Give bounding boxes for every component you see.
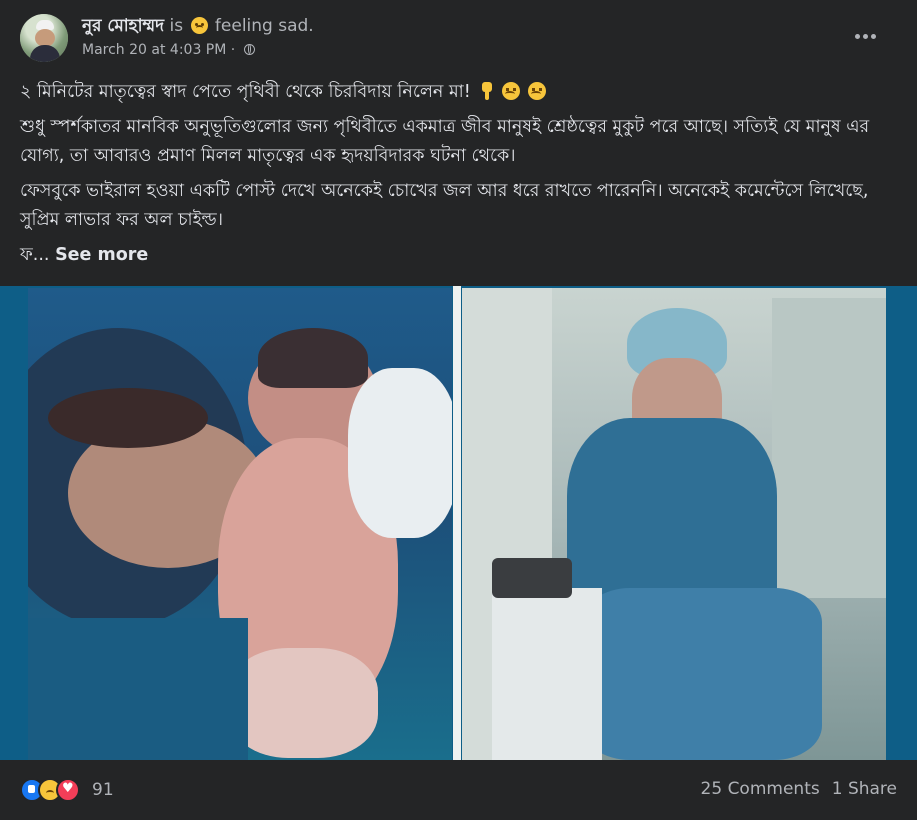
paragraph-2: শুধু স্পর্শকাতর মানবিক অনুভূতিগুলোর জন্য… [20, 117, 870, 166]
see-more-link[interactable]: See more [55, 245, 148, 265]
author-line: নুর মোহাম্মদ is feeling sad. [82, 14, 314, 38]
truncated-text: ফ... [20, 245, 50, 265]
post-card: নুর মোহাম্মদ is feeling sad. March 20 at… [0, 0, 917, 820]
sad-emoji-icon [501, 82, 520, 100]
paragraph-3: ফেসবুকে ভাইরাল হওয়া একটি পোস্ট দেখে অনে… [20, 181, 869, 230]
post-timestamp[interactable]: March 20 at 4:03 PM [82, 42, 226, 58]
post-header: নুর মোহাম্মদ is feeling sad. March 20 at… [20, 12, 897, 68]
photo-divider [453, 286, 461, 760]
engagement-stats: 25 Comments 1 Share [701, 779, 897, 799]
reaction-count[interactable]: 91 [92, 780, 114, 800]
meta-separator: · [230, 42, 236, 58]
author-avatar[interactable] [20, 14, 68, 62]
photo-right-panel [462, 288, 886, 760]
post-paragraph: শুধু স্পর্শকাতর মানবিক অনুভূতিগুলোর জন্য… [20, 113, 900, 171]
post-footer: 91 25 Comments 1 Share [20, 770, 897, 810]
sad-emoji-icon [190, 17, 208, 34]
post-photo[interactable] [0, 286, 917, 760]
more-options-icon[interactable] [847, 24, 883, 48]
shares-count[interactable]: 1 Share [832, 779, 897, 799]
paragraph-1: ২ মিনিটের মাতৃত্বের স্বাদ পেতে পৃথিবী থে… [20, 82, 471, 102]
photo-left-panel [28, 288, 452, 760]
pointing-down-emoji-icon [480, 82, 494, 100]
post-meta: March 20 at 4:03 PM · [82, 42, 255, 58]
author-name[interactable]: নুর মোহাম্মদ [82, 16, 164, 36]
love-reaction-icon[interactable] [56, 778, 80, 802]
post-paragraph: ২ মিনিটের মাতৃত্বের স্বাদ পেতে পৃথিবী থে… [20, 78, 900, 107]
is-text: is [169, 16, 184, 36]
comments-count[interactable]: 25 Comments [701, 779, 820, 799]
feeling-text[interactable]: feeling sad. [215, 16, 314, 36]
reactions-summary[interactable]: 91 [20, 778, 114, 802]
post-paragraph: ফেসবুকে ভাইরাল হওয়া একটি পোস্ট দেখে অনে… [20, 177, 900, 235]
sad-emoji-icon [527, 82, 546, 100]
privacy-globe-icon[interactable] [243, 44, 255, 55]
post-text: ২ মিনিটের মাতৃত্বের স্বাদ পেতে পৃথিবী থে… [20, 78, 900, 276]
post-paragraph: ফ... See more [20, 241, 900, 270]
